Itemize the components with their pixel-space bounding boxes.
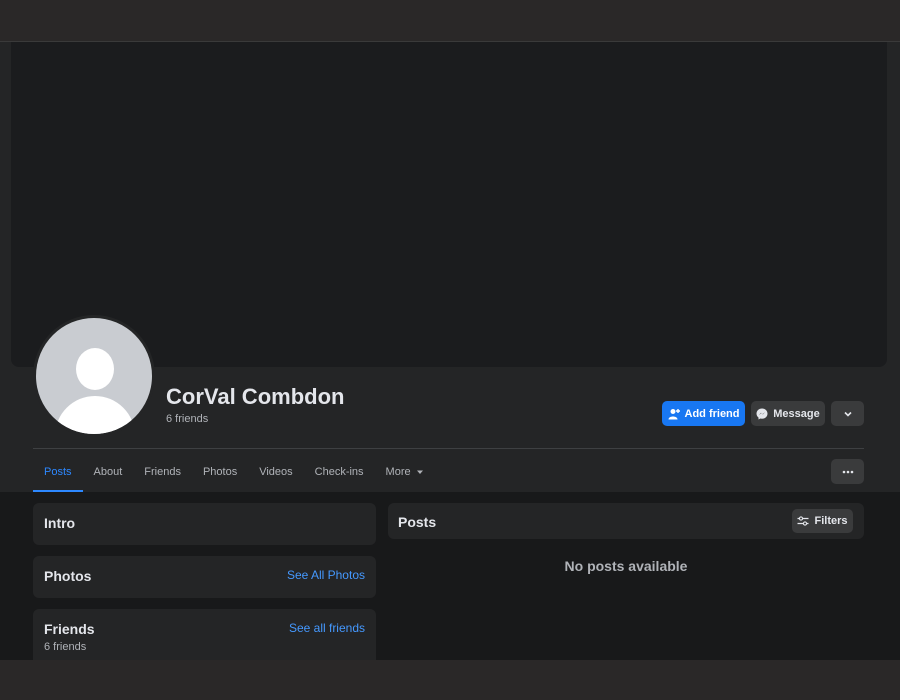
posts-title: Posts xyxy=(398,514,437,530)
message-label: Message xyxy=(773,407,820,420)
messenger-icon xyxy=(756,408,768,420)
chevron-down-icon xyxy=(843,409,853,419)
filter-sliders-icon xyxy=(797,516,809,526)
add-friend-button[interactable]: Add friend xyxy=(662,401,745,426)
tab-about[interactable]: About xyxy=(83,452,134,492)
see-all-photos-link[interactable]: See All Photos xyxy=(287,568,365,582)
default-avatar-icon xyxy=(36,318,152,434)
avatar[interactable] xyxy=(33,315,155,437)
bottom-bar xyxy=(0,660,900,700)
see-all-friends-link[interactable]: See all friends xyxy=(289,621,365,635)
caret-down-icon xyxy=(416,468,424,476)
friends-card-count: 6 friends xyxy=(44,641,87,653)
intro-card: Intro xyxy=(33,503,376,545)
filters-label: Filters xyxy=(814,515,848,527)
profile-options-dropdown[interactable] xyxy=(831,401,864,426)
tab-videos[interactable]: Videos xyxy=(248,452,303,492)
add-person-icon xyxy=(668,408,680,420)
tab-friends[interactable]: Friends xyxy=(133,452,192,492)
filters-button[interactable]: Filters xyxy=(792,509,853,533)
photos-card: Photos See All Photos xyxy=(33,556,376,598)
message-button[interactable]: Message xyxy=(751,401,825,426)
tab-photos[interactable]: Photos xyxy=(192,452,248,492)
intro-title: Intro xyxy=(44,515,76,531)
tab-more[interactable]: More xyxy=(375,452,435,492)
posts-header-card: Posts Filters xyxy=(388,503,864,539)
tab-check-ins[interactable]: Check-ins xyxy=(304,452,375,492)
friends-title: Friends xyxy=(44,621,95,637)
top-bar xyxy=(0,0,900,42)
photos-title: Photos xyxy=(44,568,92,584)
ellipsis-icon xyxy=(842,470,854,474)
profile-friends-count[interactable]: 6 friends xyxy=(166,413,208,425)
header-divider xyxy=(33,448,864,449)
add-friend-label: Add friend xyxy=(684,407,740,420)
more-actions-button[interactable] xyxy=(831,459,864,484)
profile-tabs: Posts About Friends Photos Videos Check-… xyxy=(33,452,435,492)
profile-name: CorVal Combdon xyxy=(166,384,345,409)
tab-posts[interactable]: Posts xyxy=(33,452,83,492)
cover-photo[interactable] xyxy=(11,42,887,367)
no-posts-message: No posts available xyxy=(564,558,688,574)
